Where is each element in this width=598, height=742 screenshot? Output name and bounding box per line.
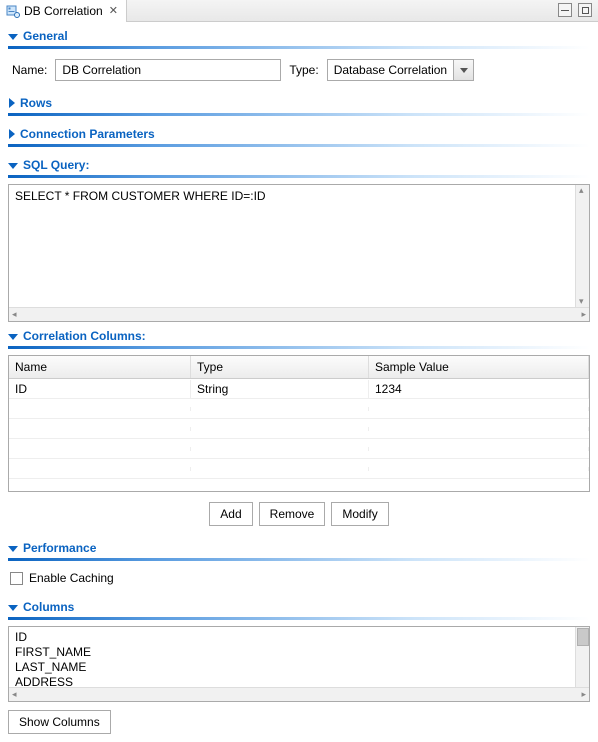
section-divider bbox=[8, 175, 590, 178]
chevron-down-icon bbox=[8, 163, 18, 169]
tab-title: DB Correlation bbox=[24, 4, 103, 18]
chevron-down-icon bbox=[8, 34, 18, 40]
maximize-view-icon[interactable] bbox=[578, 3, 592, 17]
name-input[interactable] bbox=[55, 59, 281, 81]
scroll-right-arrow-icon[interactable]: ▸ bbox=[578, 689, 589, 700]
section-header-performance[interactable]: Performance bbox=[8, 536, 590, 558]
table-body: ID String 1234 bbox=[9, 379, 589, 491]
column-header-name[interactable]: Name bbox=[9, 356, 191, 378]
sql-query-editor[interactable]: SELECT * FROM CUSTOMER WHERE ID=:ID ▴ ▾ … bbox=[8, 184, 590, 322]
enable-caching-row: Enable Caching bbox=[8, 567, 590, 595]
correlation-buttons: Add Remove Modify bbox=[8, 498, 590, 536]
chevron-right-icon bbox=[9, 98, 15, 108]
cell-type: String bbox=[191, 380, 369, 398]
table-row[interactable] bbox=[9, 459, 589, 479]
columns-list[interactable]: ID FIRST_NAME LAST_NAME ADDRESS bbox=[9, 627, 575, 687]
section-header-columns[interactable]: Columns bbox=[8, 595, 590, 617]
section-divider bbox=[8, 144, 590, 147]
section-divider bbox=[8, 46, 590, 49]
enable-caching-checkbox[interactable] bbox=[10, 572, 23, 585]
scroll-thumb[interactable] bbox=[577, 628, 589, 646]
add-button[interactable]: Add bbox=[209, 502, 252, 526]
section-header-correlation[interactable]: Correlation Columns: bbox=[8, 324, 590, 346]
section-header-sql[interactable]: SQL Query: bbox=[8, 153, 590, 175]
section-divider bbox=[8, 113, 590, 116]
column-header-sample[interactable]: Sample Value bbox=[369, 356, 589, 378]
type-select-value: Database Correlation bbox=[334, 63, 447, 77]
vertical-scrollbar[interactable] bbox=[575, 627, 589, 687]
table-row[interactable] bbox=[9, 399, 589, 419]
list-item[interactable]: FIRST_NAME bbox=[15, 645, 569, 660]
scroll-left-arrow-icon[interactable]: ◂ bbox=[9, 689, 20, 700]
scroll-left-arrow-icon[interactable]: ◂ bbox=[9, 309, 20, 320]
scroll-right-arrow-icon[interactable]: ▸ bbox=[578, 309, 589, 320]
enable-caching-label: Enable Caching bbox=[29, 571, 114, 585]
section-divider bbox=[8, 558, 590, 561]
show-columns-button[interactable]: Show Columns bbox=[8, 710, 111, 734]
section-header-rows[interactable]: Rows bbox=[8, 91, 590, 113]
section-divider bbox=[8, 617, 590, 620]
table-row[interactable] bbox=[9, 439, 589, 459]
sql-query-text[interactable]: SELECT * FROM CUSTOMER WHERE ID=:ID bbox=[9, 185, 575, 307]
horizontal-scrollbar[interactable]: ◂ ▸ bbox=[9, 307, 589, 321]
list-item[interactable]: ADDRESS bbox=[15, 675, 569, 687]
editor-tab-bar: DB Correlation ✕ bbox=[0, 0, 598, 22]
section-title: Rows bbox=[20, 96, 52, 110]
horizontal-scrollbar[interactable]: ◂ ▸ bbox=[9, 687, 589, 701]
correlation-columns-table: Name Type Sample Value ID String 1234 bbox=[8, 355, 590, 492]
name-label: Name: bbox=[12, 63, 47, 77]
column-header-type[interactable]: Type bbox=[191, 356, 369, 378]
section-divider bbox=[8, 346, 590, 349]
table-row[interactable]: ID String 1234 bbox=[9, 379, 589, 399]
list-item[interactable]: ID bbox=[15, 630, 569, 645]
section-title: Correlation Columns: bbox=[23, 329, 146, 343]
table-header: Name Type Sample Value bbox=[9, 356, 589, 379]
vertical-scrollbar[interactable]: ▴ ▾ bbox=[575, 185, 589, 307]
section-title: Columns bbox=[23, 600, 74, 614]
chevron-down-icon bbox=[8, 334, 18, 340]
section-title: SQL Query: bbox=[23, 158, 89, 172]
table-row[interactable] bbox=[9, 419, 589, 439]
section-title: General bbox=[23, 29, 68, 43]
scroll-down-arrow-icon[interactable]: ▾ bbox=[576, 296, 589, 307]
section-header-connection[interactable]: Connection Parameters bbox=[8, 122, 590, 144]
db-correlation-file-icon bbox=[6, 4, 20, 18]
close-tab-icon[interactable]: ✕ bbox=[107, 4, 120, 17]
remove-button[interactable]: Remove bbox=[259, 502, 326, 526]
section-title: Performance bbox=[23, 541, 96, 555]
cell-sample: 1234 bbox=[369, 380, 589, 398]
chevron-right-icon bbox=[9, 129, 15, 139]
chevron-down-icon bbox=[453, 60, 473, 80]
chevron-down-icon bbox=[8, 546, 18, 552]
modify-button[interactable]: Modify bbox=[331, 502, 388, 526]
type-select[interactable]: Database Correlation bbox=[327, 59, 474, 81]
list-item[interactable]: LAST_NAME bbox=[15, 660, 569, 675]
type-label: Type: bbox=[289, 63, 318, 77]
editor-tab[interactable]: DB Correlation ✕ bbox=[0, 0, 127, 22]
cell-name: ID bbox=[9, 380, 191, 398]
general-form-row: Name: Type: Database Correlation bbox=[8, 55, 590, 91]
section-header-general[interactable]: General bbox=[8, 24, 590, 46]
chevron-down-icon bbox=[8, 605, 18, 611]
section-title: Connection Parameters bbox=[20, 127, 155, 141]
columns-list-box: ID FIRST_NAME LAST_NAME ADDRESS ◂ ▸ bbox=[8, 626, 590, 702]
scroll-up-arrow-icon[interactable]: ▴ bbox=[576, 185, 589, 196]
minimize-view-icon[interactable] bbox=[558, 3, 572, 17]
